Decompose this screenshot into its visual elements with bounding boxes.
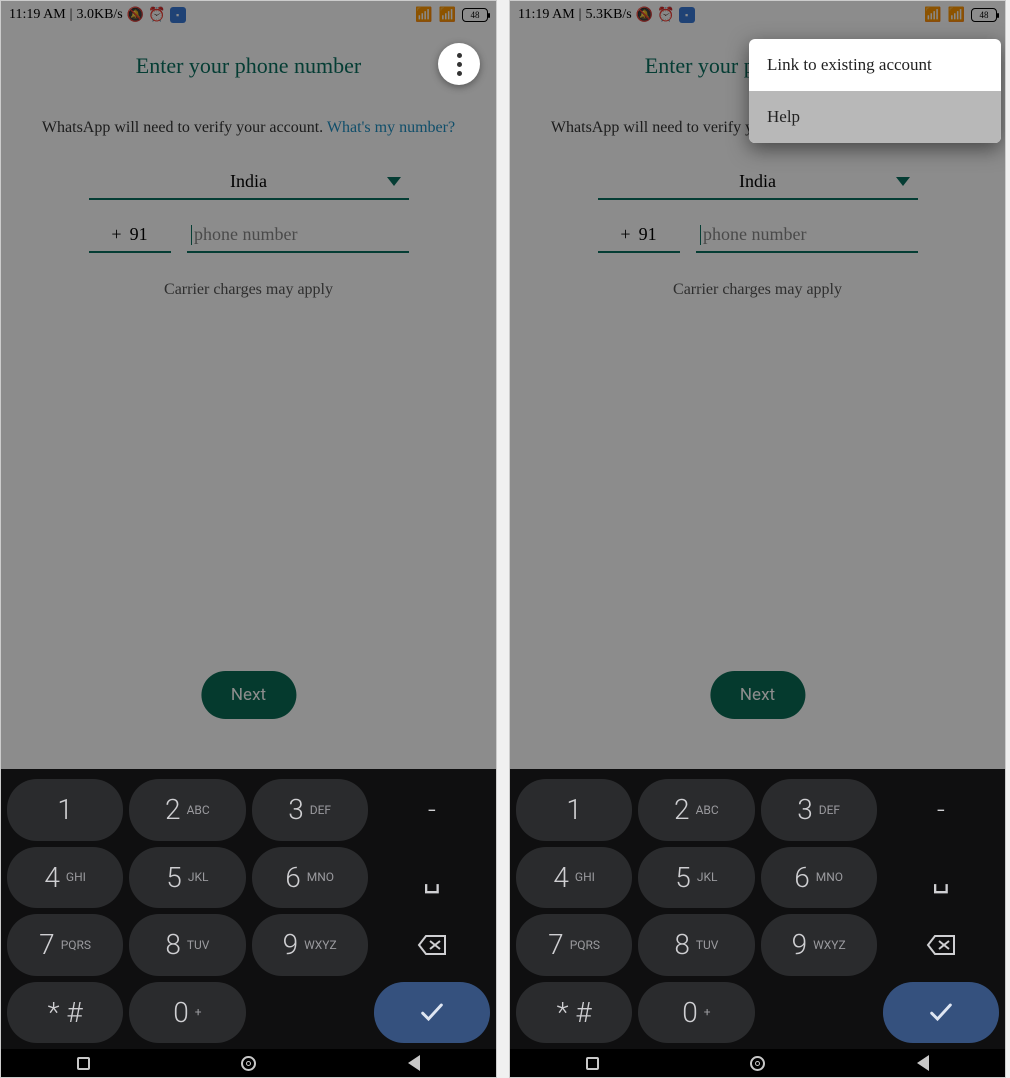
menu-link-existing-account[interactable]: Link to existing account bbox=[749, 39, 1001, 91]
keypad-key-8[interactable]: 8TUV bbox=[129, 914, 245, 976]
keypad-key-5[interactable]: 5JKL bbox=[638, 847, 754, 909]
keypad-key-7[interactable]: 7PQRS bbox=[7, 914, 123, 976]
status-time: 11:19 AM bbox=[518, 7, 575, 23]
keypad-key-0[interactable]: 0+ bbox=[638, 982, 754, 1044]
phone-placeholder: phone number bbox=[194, 224, 297, 244]
android-navbar bbox=[1, 1049, 496, 1077]
numeric-keypad: 12ABC3DEF- 4GHI5JKL6MNO␣ 7PQRS8TUV9WXYZ * #… bbox=[510, 769, 1005, 1049]
keypad-key-1[interactable]: 1 bbox=[7, 779, 123, 841]
keypad-key-3[interactable]: 3DEF bbox=[761, 779, 877, 841]
keypad-key-9[interactable]: 9WXYZ bbox=[761, 914, 877, 976]
carrier-note: Carrier charges may apply bbox=[530, 281, 985, 299]
chevron-down-icon bbox=[387, 177, 401, 186]
app-badge-icon: ▪ bbox=[679, 7, 695, 23]
keypad-enter-key[interactable] bbox=[883, 982, 999, 1044]
keypad-backspace-key[interactable] bbox=[883, 914, 999, 976]
phone-number-input[interactable]: phone number bbox=[696, 218, 918, 254]
back-button[interactable] bbox=[917, 1055, 929, 1071]
wifi-icon: 📶 bbox=[948, 7, 965, 24]
keypad-key-2[interactable]: 2ABC bbox=[638, 779, 754, 841]
page-title: Enter your phone number bbox=[21, 53, 476, 79]
menu-help[interactable]: Help bbox=[749, 91, 1001, 143]
keypad-key-[interactable]: ␣ bbox=[374, 847, 490, 909]
keypad-key-0[interactable]: 0+ bbox=[129, 982, 245, 1044]
alarm-icon: ⏰ bbox=[657, 7, 674, 24]
keypad-key-2[interactable]: 2ABC bbox=[129, 779, 245, 841]
keypad-key-3[interactable]: 3DEF bbox=[252, 779, 368, 841]
carrier-note: Carrier charges may apply bbox=[21, 281, 476, 299]
status-time: 11:19 AM bbox=[9, 7, 66, 23]
status-bar: 11:19 AM | 3.0KB/s 🔕 ⏰ ▪ 📶 📶 48 bbox=[1, 1, 496, 29]
country-value: India bbox=[230, 171, 267, 192]
country-code-field[interactable]: +91 bbox=[598, 218, 680, 253]
more-options-button[interactable] bbox=[438, 43, 480, 85]
overflow-menu: Link to existing account Help bbox=[749, 39, 1001, 143]
alarm-icon: ⏰ bbox=[148, 7, 165, 24]
country-value: India bbox=[739, 171, 776, 192]
status-netspeed: 3.0KB/s bbox=[76, 7, 122, 23]
country-code-field[interactable]: +91 bbox=[89, 218, 171, 253]
signal-icon: 📶 bbox=[924, 7, 941, 24]
back-button[interactable] bbox=[408, 1055, 420, 1071]
numeric-keypad: 12ABC3DEF- 4GHI5JKL6MNO␣ 7PQRS8TUV9WXYZ * #… bbox=[1, 769, 496, 1049]
keypad-key-[interactable]: * # bbox=[7, 982, 123, 1044]
wifi-icon: 📶 bbox=[439, 7, 456, 24]
battery-icon: 48 bbox=[462, 8, 488, 22]
keypad-key-[interactable]: ␣ bbox=[883, 847, 999, 909]
keypad-key-5[interactable]: 5JKL bbox=[129, 847, 245, 909]
recents-button[interactable] bbox=[77, 1057, 90, 1070]
next-button[interactable]: Next bbox=[710, 671, 805, 719]
screenshot-right: 11:19 AM | 5.3KB/s 🔕 ⏰ ▪ 📶 📶 48 Enter yo… bbox=[509, 0, 1006, 1078]
android-navbar bbox=[510, 1049, 1005, 1077]
keypad-key-[interactable]: * # bbox=[516, 982, 632, 1044]
recents-button[interactable] bbox=[586, 1057, 599, 1070]
status-netspeed: 5.3KB/s bbox=[585, 7, 631, 23]
dnd-icon: 🔕 bbox=[636, 7, 653, 24]
home-button[interactable] bbox=[241, 1056, 256, 1071]
phone-number-input[interactable]: phone number bbox=[187, 218, 409, 254]
next-button[interactable]: Next bbox=[201, 671, 296, 719]
dnd-icon: 🔕 bbox=[127, 7, 144, 24]
phone-placeholder: phone number bbox=[703, 224, 806, 244]
keypad-key-[interactable]: - bbox=[374, 779, 490, 841]
country-select[interactable]: India bbox=[598, 165, 918, 200]
whats-my-number-link[interactable]: What's my number? bbox=[327, 119, 455, 136]
keypad-key-6[interactable]: 6MNO bbox=[761, 847, 877, 909]
keypad-key-9[interactable]: 9WXYZ bbox=[252, 914, 368, 976]
keypad-key-4[interactable]: 4GHI bbox=[7, 847, 123, 909]
chevron-down-icon bbox=[896, 177, 910, 186]
status-bar: 11:19 AM | 5.3KB/s 🔕 ⏰ ▪ 📶 📶 48 bbox=[510, 1, 1005, 29]
keypad-key-7[interactable]: 7PQRS bbox=[516, 914, 632, 976]
keypad-key-1[interactable]: 1 bbox=[516, 779, 632, 841]
keypad-key-6[interactable]: 6MNO bbox=[252, 847, 368, 909]
keypad-key-4[interactable]: 4GHI bbox=[516, 847, 632, 909]
screenshot-left: 11:19 AM | 3.0KB/s 🔕 ⏰ ▪ 📶 📶 48 Enter yo… bbox=[0, 0, 497, 1078]
home-button[interactable] bbox=[750, 1056, 765, 1071]
app-badge-icon: ▪ bbox=[170, 7, 186, 23]
battery-icon: 48 bbox=[971, 8, 997, 22]
keypad-key-8[interactable]: 8TUV bbox=[638, 914, 754, 976]
keypad-backspace-key[interactable] bbox=[374, 914, 490, 976]
keypad-key-[interactable]: - bbox=[883, 779, 999, 841]
keypad-enter-key[interactable] bbox=[374, 982, 490, 1044]
country-select[interactable]: India bbox=[89, 165, 409, 200]
signal-icon: 📶 bbox=[415, 7, 432, 24]
verify-account-text: WhatsApp will need to verify your accoun… bbox=[21, 115, 476, 141]
